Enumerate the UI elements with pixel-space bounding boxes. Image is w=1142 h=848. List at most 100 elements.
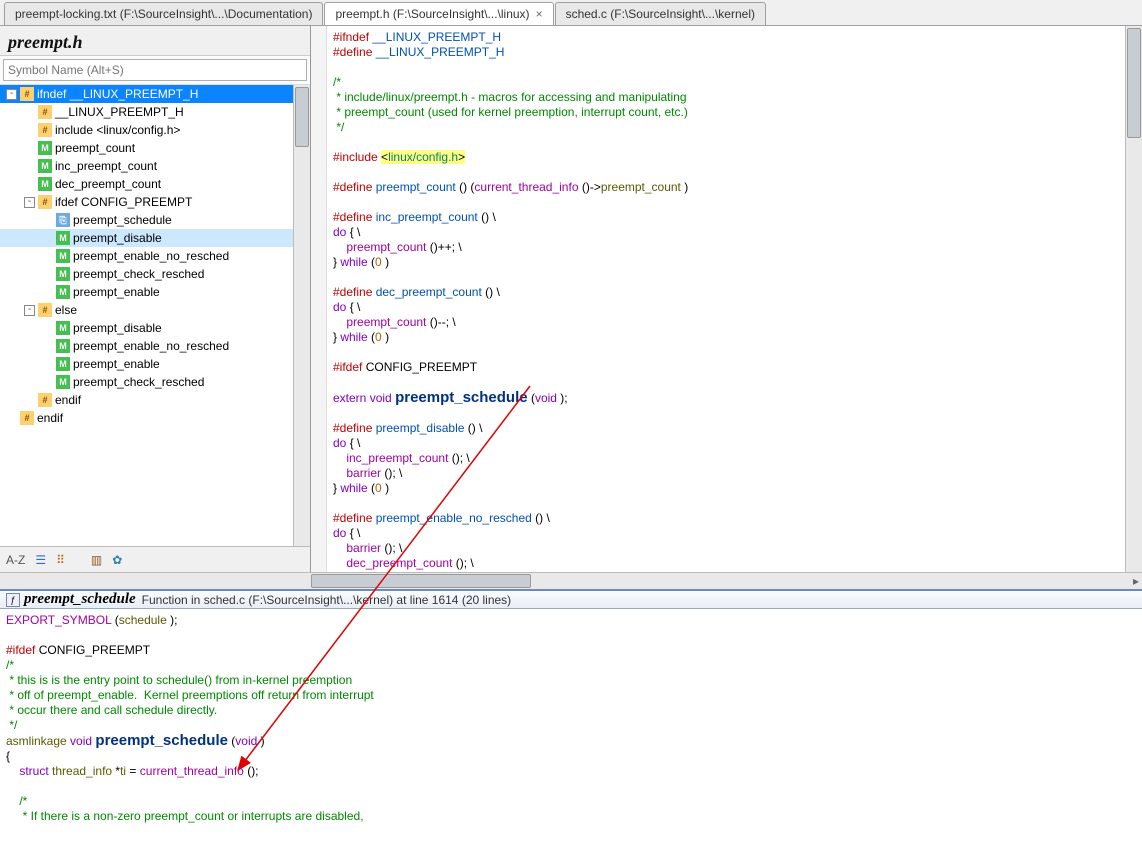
code-line[interactable]: { xyxy=(6,749,1138,764)
symbol-sidebar: preempt.h -#ifndef __LINUX_PREEMPT_H#__L… xyxy=(0,26,311,572)
tree-node[interactable]: #include <linux/config.h> xyxy=(0,121,310,139)
tree-node[interactable]: Mpreempt_check_resched xyxy=(0,265,310,283)
code-line[interactable]: * preempt_count (used for kernel preempt… xyxy=(333,105,1138,120)
tree-node[interactable]: -#else xyxy=(0,301,310,319)
file-tab[interactable]: preempt-locking.txt (F:\SourceInsight\..… xyxy=(4,2,323,25)
code-line[interactable]: #define preempt_enable_no_resched () \ xyxy=(333,511,1138,526)
code-line[interactable]: struct thread_info *ti = current_thread_… xyxy=(6,764,1138,779)
sort-az-button[interactable]: A-Z xyxy=(6,553,25,567)
code-line[interactable]: * include/linux/preempt.h - macros for a… xyxy=(333,90,1138,105)
collapse-icon[interactable]: - xyxy=(24,197,35,208)
code-line[interactable]: #include <linux/config.h> xyxy=(333,150,1138,165)
code-line[interactable]: asmlinkage void preempt_schedule (void ) xyxy=(6,733,1138,749)
code-editor[interactable]: #ifndef __LINUX_PREEMPT_H#define __LINUX… xyxy=(311,26,1142,572)
code-line[interactable]: #define dec_preempt_count () \ xyxy=(333,285,1138,300)
code-line[interactable] xyxy=(333,375,1138,390)
code-line[interactable]: #ifndef __LINUX_PREEMPT_H xyxy=(333,30,1138,45)
code-line[interactable] xyxy=(333,496,1138,511)
code-line[interactable]: dec_preempt_count (); \ xyxy=(333,556,1138,571)
code-line[interactable]: do { \ xyxy=(333,225,1138,240)
view-list-icon[interactable]: ☰ xyxy=(35,553,46,567)
tree-node[interactable]: Mpreempt_enable_no_resched xyxy=(0,337,310,355)
tree-node[interactable]: #endif xyxy=(0,391,310,409)
file-tab[interactable]: sched.c (F:\SourceInsight\...\kernel) xyxy=(555,2,766,25)
code-line[interactable] xyxy=(333,345,1138,360)
tree-node[interactable]: Mpreempt_enable_no_resched xyxy=(0,247,310,265)
editor-gutter xyxy=(311,26,327,572)
close-icon[interactable]: × xyxy=(536,7,543,21)
m-icon: M xyxy=(56,339,70,353)
code-line[interactable]: inc_preempt_count (); \ xyxy=(333,451,1138,466)
code-line[interactable]: /* xyxy=(6,794,1138,809)
code-line[interactable] xyxy=(333,135,1138,150)
code-line[interactable]: */ xyxy=(333,120,1138,135)
code-line[interactable] xyxy=(333,165,1138,180)
tree-node[interactable]: Mpreempt_enable xyxy=(0,355,310,373)
code-line[interactable]: #define preempt_count () (current_thread… xyxy=(333,180,1138,195)
tree-node[interactable]: Minc_preempt_count xyxy=(0,157,310,175)
code-line[interactable]: * If there is a non-zero preempt_count o… xyxy=(6,809,1138,824)
code-line[interactable]: * this is is the entry point to schedule… xyxy=(6,673,1138,688)
tree-label: preempt_disable xyxy=(73,231,162,245)
code-line[interactable]: } while (0 ) xyxy=(333,255,1138,270)
tree-node[interactable]: Mpreempt_disable xyxy=(0,319,310,337)
book-icon[interactable]: ▥ xyxy=(91,553,102,567)
code-line[interactable]: do { \ xyxy=(333,436,1138,451)
code-line[interactable]: } while (0 ) xyxy=(333,481,1138,496)
file-tab[interactable]: preempt.h (F:\SourceInsight\...\linux)× xyxy=(324,2,553,25)
hash-icon: # xyxy=(38,123,52,137)
tree-node[interactable]: Mpreempt_count xyxy=(0,139,310,157)
collapse-icon[interactable]: - xyxy=(6,89,17,100)
code-line[interactable] xyxy=(333,406,1138,421)
code-line[interactable]: #define preempt_disable () \ xyxy=(333,421,1138,436)
code-line[interactable]: barrier (); \ xyxy=(333,466,1138,481)
code-line[interactable]: extern void preempt_schedule (void ); xyxy=(333,390,1138,406)
editor-hscrollbar[interactable]: ▸ xyxy=(0,572,1142,589)
tree-node[interactable]: ⎘preempt_schedule xyxy=(0,211,310,229)
tree-node[interactable]: #endif xyxy=(0,409,310,427)
code-line[interactable]: do { \ xyxy=(333,526,1138,541)
fn-icon: ⎘ xyxy=(56,213,70,227)
code-line[interactable]: * occur there and call schedule directly… xyxy=(6,703,1138,718)
hash-icon: # xyxy=(38,105,52,119)
collapse-icon[interactable]: - xyxy=(24,305,35,316)
code-line[interactable]: preempt_count ()++; \ xyxy=(333,240,1138,255)
tree-label: inc_preempt_count xyxy=(55,159,157,173)
code-line[interactable]: * off of preempt_enable. Kernel preempti… xyxy=(6,688,1138,703)
context-pane[interactable]: EXPORT_SYMBOL (schedule ); #ifdef CONFIG… xyxy=(0,609,1142,847)
view-category-icon[interactable]: ⠿ xyxy=(56,553,65,567)
tree-scrollbar[interactable] xyxy=(293,85,310,546)
code-line[interactable] xyxy=(6,628,1138,643)
tree-node[interactable]: Mpreempt_enable xyxy=(0,283,310,301)
code-line[interactable]: } while (0 ) xyxy=(333,330,1138,345)
code-line[interactable]: /* xyxy=(6,658,1138,673)
code-line[interactable]: EXPORT_SYMBOL (schedule ); xyxy=(6,613,1138,628)
editor-vscrollbar[interactable] xyxy=(1125,26,1142,572)
code-line[interactable]: #define __LINUX_PREEMPT_H xyxy=(333,45,1138,60)
code-line[interactable]: /* xyxy=(333,75,1138,90)
m-icon: M xyxy=(56,231,70,245)
code-line[interactable]: #ifdef CONFIG_PREEMPT xyxy=(333,360,1138,375)
code-line[interactable] xyxy=(6,779,1138,794)
tree-node[interactable]: #__LINUX_PREEMPT_H xyxy=(0,103,310,121)
hscroll-thumb[interactable] xyxy=(311,574,531,588)
tree-node[interactable]: Mdec_preempt_count xyxy=(0,175,310,193)
code-line[interactable]: */ xyxy=(6,718,1138,733)
code-line[interactable] xyxy=(333,270,1138,285)
code-line[interactable]: barrier (); \ xyxy=(333,541,1138,556)
tree-node[interactable]: -#ifdef CONFIG_PREEMPT xyxy=(0,193,310,211)
code-line[interactable]: #define inc_preempt_count () \ xyxy=(333,210,1138,225)
code-line[interactable] xyxy=(333,195,1138,210)
code-line[interactable]: #ifdef CONFIG_PREEMPT xyxy=(6,643,1138,658)
gear-icon[interactable]: ✿ xyxy=(112,553,122,567)
code-line[interactable]: do { \ xyxy=(333,300,1138,315)
code-line[interactable] xyxy=(333,60,1138,75)
scroll-right-icon[interactable]: ▸ xyxy=(1133,574,1139,588)
code-line[interactable]: preempt_count ()--; \ xyxy=(333,315,1138,330)
tree-node[interactable]: Mpreempt_check_resched xyxy=(0,373,310,391)
symbol-tree[interactable]: -#ifndef __LINUX_PREEMPT_H#__LINUX_PREEM… xyxy=(0,84,310,546)
symbol-filter-input[interactable] xyxy=(3,59,307,81)
tree-node[interactable]: Mpreempt_disable xyxy=(0,229,310,247)
hash-icon: # xyxy=(20,87,34,101)
tree-node[interactable]: -#ifndef __LINUX_PREEMPT_H xyxy=(0,85,310,103)
